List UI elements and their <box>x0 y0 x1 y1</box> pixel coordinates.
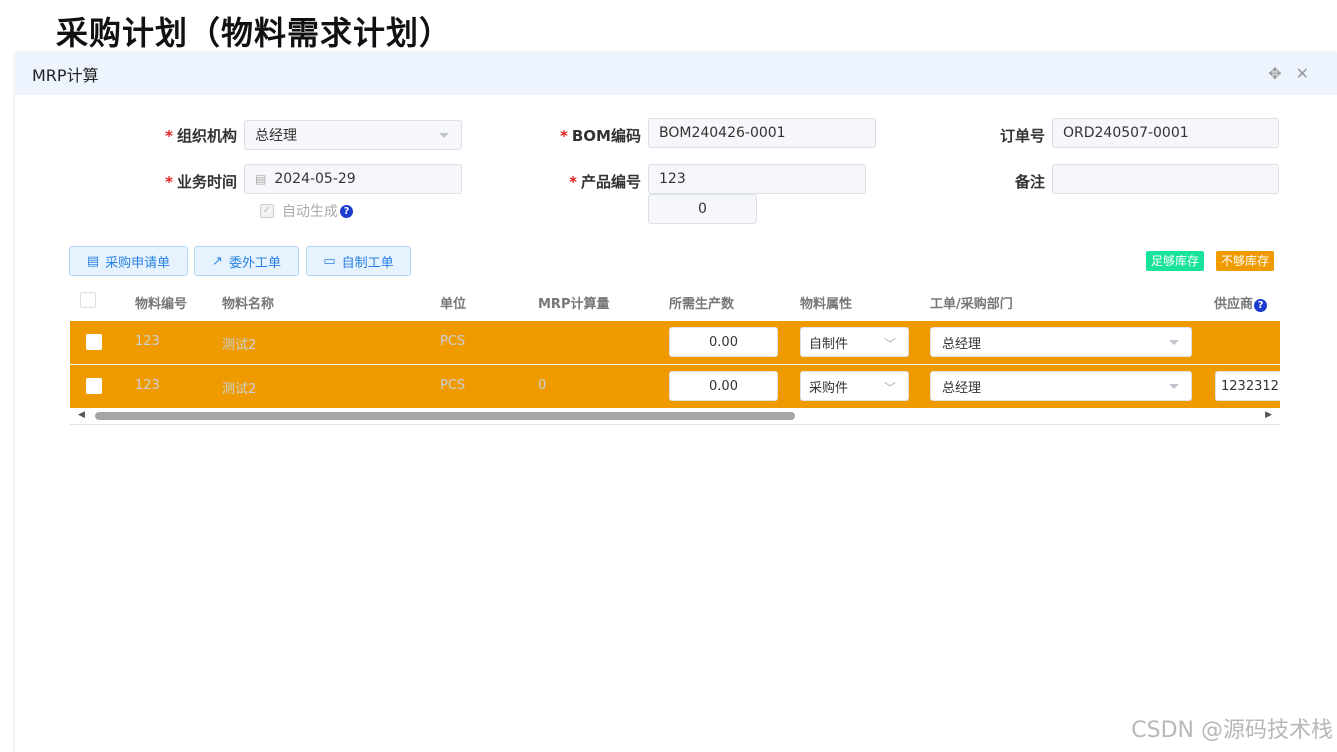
cell-code: 123 <box>135 378 160 393</box>
outsource-order-button[interactable]: ↗ 委外工单 <box>194 246 299 276</box>
cell-name: 测试2 <box>222 382 257 397</box>
need-qty-input[interactable]: 0.00 <box>669 371 778 401</box>
cell-unit: PCS <box>440 334 466 349</box>
auto-generate: ✓ 自动生成 ? <box>260 201 353 221</box>
th-supplier: 供应商? <box>1214 293 1268 312</box>
remark-field[interactable] <box>1052 164 1279 194</box>
product-field[interactable]: 123 <box>648 164 866 194</box>
org-value: 总经理 <box>255 128 297 144</box>
cell-code: 123 <box>135 334 160 349</box>
cell-name: 测试2 <box>222 338 257 353</box>
th-mrp-qty: MRP计算量 <box>538 297 610 312</box>
bom-label: * BOM编码 <box>560 127 641 145</box>
th-material-name: 物料名称 <box>222 297 275 312</box>
select-all-checkbox[interactable] <box>80 292 96 308</box>
chevron-down-icon <box>439 133 449 138</box>
watermark: CSDN @源码技术栈 <box>1131 718 1333 743</box>
chevron-down-icon: ﹀ <box>883 337 896 351</box>
product-value: 123 <box>659 171 686 187</box>
close-icon[interactable]: ✕ <box>1296 65 1309 83</box>
bom-value: BOM240426-0001 <box>659 125 786 141</box>
purchase-request-button[interactable]: ▤ 采购申请单 <box>69 246 188 276</box>
row-checkbox[interactable] <box>86 378 102 394</box>
org-label: * 组织机构 <box>165 127 237 145</box>
move-icon[interactable]: ✥ <box>1268 65 1281 83</box>
table-row[interactable]: 123 测试2 PCS 0.00 自制件 ﹀ 总经理 <box>70 321 1280 364</box>
legend-not-enough-stock: 不够库存 <box>1216 251 1275 271</box>
self-made-order-button[interactable]: ▭ 自制工单 <box>306 246 411 276</box>
dept-select[interactable]: 总经理 <box>930 327 1192 357</box>
header-icons: ✥ ✕ <box>1268 65 1309 83</box>
chevron-down-icon <box>1169 384 1179 389</box>
th-material-code: 物料编号 <box>135 297 188 312</box>
order-label: 订单号 <box>999 127 1045 145</box>
chevron-down-icon: ﹀ <box>883 381 896 395</box>
document-icon: ▤ <box>86 253 100 269</box>
org-select[interactable]: 总经理 <box>244 120 462 150</box>
th-dept: 工单/采购部门 <box>930 297 1013 312</box>
supplier-input[interactable]: 12323123 <box>1215 371 1280 401</box>
th-material-attr: 物料属性 <box>800 297 853 312</box>
product-label: * 产品编号 <box>569 173 641 191</box>
chevron-down-icon <box>1169 340 1179 345</box>
auto-generate-label: 自动生成 <box>282 204 338 220</box>
dialog-title: MRP计算 <box>32 66 99 85</box>
horizontal-scrollbar[interactable]: ◀ ▶ <box>70 409 1280 425</box>
help-icon[interactable]: ? <box>340 204 353 218</box>
arrow-up-right-icon: ↗ <box>212 253 223 269</box>
scroll-left-icon[interactable]: ◀ <box>78 410 85 420</box>
table-row[interactable]: 123 测试2 PCS 0 0.00 采购件﹀ 总经理 12323123 <box>70 365 1280 408</box>
material-attr-select[interactable]: 采购件 ﹀ <box>800 371 909 401</box>
scrollbar-thumb[interactable] <box>95 412 795 420</box>
material-attr-select[interactable]: 自制件 ﹀ <box>800 327 909 357</box>
cell-unit: PCS <box>440 378 466 393</box>
th-need-qty: 所需生产数 <box>669 297 735 312</box>
legend-enough-stock: 足够库存 <box>1146 251 1205 271</box>
order-value: ORD240507-0001 <box>1063 125 1189 141</box>
calendar-icon: ▤ <box>255 172 267 186</box>
biz-time-label: * 业务时间 <box>165 173 237 191</box>
auto-generate-checkbox[interactable]: ✓ <box>260 204 274 218</box>
dialog-header: MRP计算 ✥ ✕ <box>15 53 1337 95</box>
slide-title: 采购计划（物料需求计划） <box>56 14 453 52</box>
help-icon[interactable]: ? <box>1254 299 1268 312</box>
need-qty-input[interactable]: 0.00 <box>669 327 778 357</box>
folder-icon: ▭ <box>323 253 336 269</box>
quantity-value: 0 <box>698 201 707 217</box>
order-field[interactable]: ORD240507-0001 <box>1052 118 1279 148</box>
biz-time-picker[interactable]: ▤ 2024-05-29 <box>244 164 462 194</box>
bom-field[interactable]: BOM240426-0001 <box>648 118 876 148</box>
cell-mrp-qty: 0 <box>538 378 547 393</box>
remark-label: 备注 <box>1014 173 1045 191</box>
quantity-field[interactable]: 0 <box>648 194 757 224</box>
scroll-right-icon[interactable]: ▶ <box>1265 410 1272 420</box>
dept-select[interactable]: 总经理 <box>930 371 1192 401</box>
biz-time-value: 2024-05-29 <box>274 171 356 187</box>
row-checkbox[interactable] <box>86 334 102 350</box>
mrp-dialog: MRP计算 ✥ ✕ * 组织机构 总经理 * BOM编码 BOM240426-000… <box>15 53 1337 752</box>
th-unit: 单位 <box>440 297 467 312</box>
